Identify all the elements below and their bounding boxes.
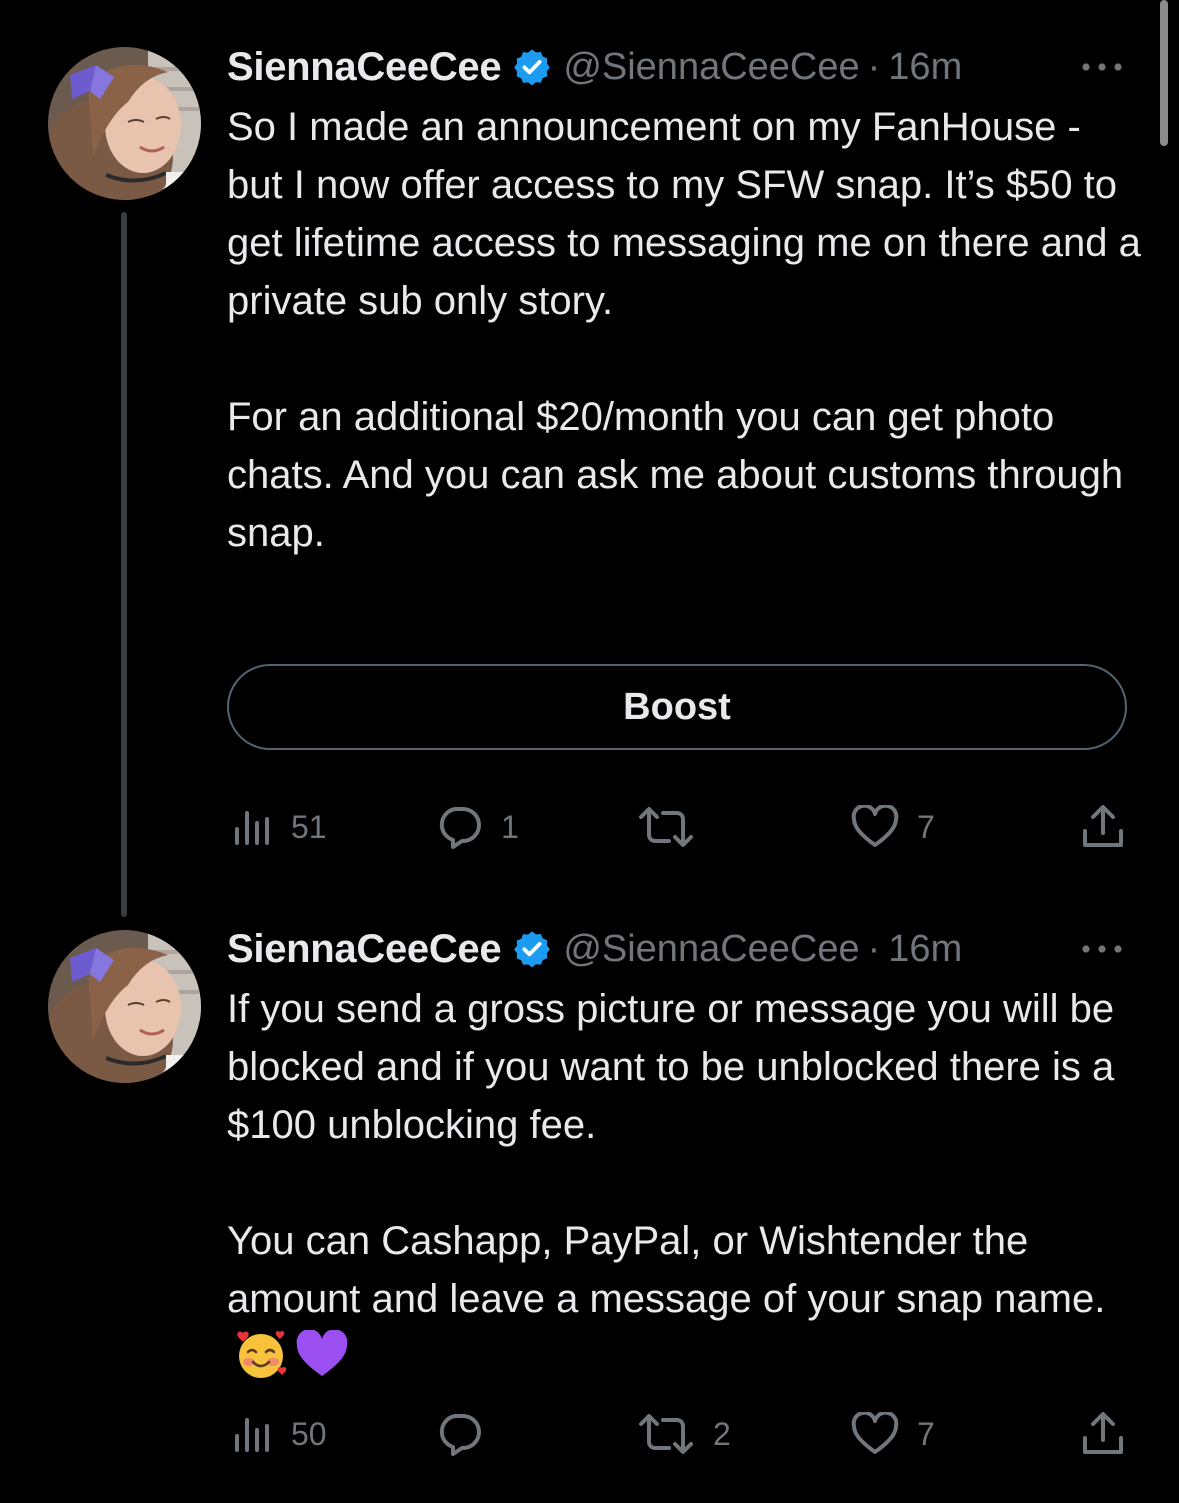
reply-action[interactable] bbox=[435, 1404, 501, 1464]
purple-heart-icon bbox=[295, 1329, 349, 1396]
views-action[interactable]: 50 bbox=[231, 1404, 327, 1464]
reply-icon bbox=[435, 805, 483, 849]
timestamp[interactable]: 16m bbox=[888, 928, 962, 971]
tweet-header: SiennaCeeCee @SiennaCeeCee · 16m bbox=[227, 926, 1127, 972]
tweet-paragraph: You can Cashapp, PayPal, or Wishtender t… bbox=[227, 1219, 1106, 1321]
tweet-actions: 51 1 7 bbox=[227, 797, 1137, 857]
retweet-icon bbox=[637, 1412, 695, 1456]
like-action[interactable]: 7 bbox=[851, 797, 935, 857]
like-count: 7 bbox=[917, 808, 935, 845]
timestamp[interactable]: 16m bbox=[888, 46, 962, 89]
scrollbar[interactable] bbox=[1160, 0, 1168, 146]
handle[interactable]: @SiennaCeeCee bbox=[563, 46, 859, 89]
like-icon bbox=[851, 1412, 899, 1456]
more-options-icon[interactable] bbox=[1077, 934, 1127, 964]
thread-connector-line bbox=[121, 212, 127, 917]
more-options-icon[interactable] bbox=[1077, 52, 1127, 82]
verified-badge-icon bbox=[513, 48, 551, 86]
tweet-text: So I made an announcement on my FanHouse… bbox=[227, 98, 1147, 562]
avatar[interactable] bbox=[48, 930, 201, 1083]
retweet-count: 2 bbox=[713, 1415, 731, 1452]
analytics-icon bbox=[231, 1414, 273, 1454]
reply-action[interactable]: 1 bbox=[435, 797, 519, 857]
like-action[interactable]: 7 bbox=[851, 1404, 935, 1464]
tweet-paragraph: For an additional $20/month you can get … bbox=[227, 395, 1124, 555]
like-count: 7 bbox=[917, 1415, 935, 1452]
share-icon bbox=[1081, 1410, 1125, 1458]
retweet-action[interactable] bbox=[637, 797, 713, 857]
smiling-face-with-hearts-icon bbox=[233, 1328, 289, 1396]
views-action[interactable]: 51 bbox=[231, 797, 327, 857]
tweet-paragraph: So I made an announcement on my FanHouse… bbox=[227, 105, 1141, 323]
tweet-paragraph: If you send a gross picture or message y… bbox=[227, 987, 1115, 1147]
display-name[interactable]: SiennaCeeCee bbox=[227, 45, 502, 90]
tweet-actions: 50 2 7 bbox=[227, 1404, 1137, 1464]
retweet-action[interactable]: 2 bbox=[637, 1404, 731, 1464]
boost-button[interactable]: Boost bbox=[227, 664, 1127, 750]
retweet-icon bbox=[637, 805, 695, 849]
share-action[interactable] bbox=[1081, 797, 1125, 857]
reply-icon bbox=[435, 1412, 483, 1456]
separator-dot: · bbox=[867, 927, 881, 970]
share-action[interactable] bbox=[1081, 1404, 1125, 1464]
views-count: 51 bbox=[291, 808, 327, 845]
avatar[interactable] bbox=[48, 47, 201, 200]
like-icon bbox=[851, 805, 899, 849]
views-count: 50 bbox=[291, 1415, 327, 1452]
share-icon bbox=[1081, 803, 1125, 851]
handle[interactable]: @SiennaCeeCee bbox=[563, 928, 859, 971]
analytics-icon bbox=[231, 807, 273, 847]
tweet-text: If you send a gross picture or message y… bbox=[227, 980, 1147, 1396]
reply-count: 1 bbox=[501, 808, 519, 845]
tweet-header: SiennaCeeCee @SiennaCeeCee · 16m bbox=[227, 44, 1127, 90]
display-name[interactable]: SiennaCeeCee bbox=[227, 927, 502, 972]
separator-dot: · bbox=[867, 45, 881, 88]
verified-badge-icon bbox=[513, 930, 551, 968]
